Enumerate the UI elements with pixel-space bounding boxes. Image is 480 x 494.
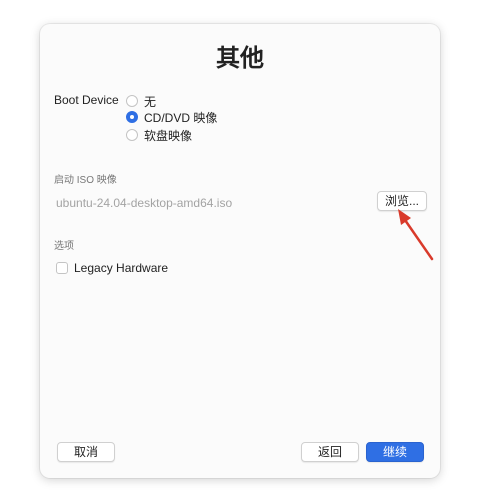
back-button[interactable]: 返回 xyxy=(301,442,359,462)
radio-option-cd-dvd[interactable]: CD/DVD 映像 xyxy=(126,109,217,125)
legacy-hardware-option[interactable]: Legacy Hardware xyxy=(56,260,168,276)
iso-path-field: ubuntu-24.04-desktop-amd64.iso xyxy=(56,196,233,210)
radio-label: 无 xyxy=(144,94,157,109)
radio-label: CD/DVD 映像 xyxy=(144,110,218,125)
options-section-title: 选项 xyxy=(54,241,74,252)
continue-button[interactable]: 继续 xyxy=(366,442,424,462)
iso-section-title: 启动 ISO 映像 xyxy=(54,175,117,186)
radio-option-none[interactable]: 无 xyxy=(126,93,156,109)
cancel-button[interactable]: 取消 xyxy=(57,442,115,462)
boot-device-label: Boot Device xyxy=(54,93,119,107)
browse-button[interactable]: 浏览... xyxy=(377,191,427,211)
legacy-hardware-label: Legacy Hardware xyxy=(74,261,169,275)
radio-button-selected[interactable] xyxy=(126,111,138,123)
radio-button[interactable] xyxy=(126,95,138,107)
dialog-window: 其他 Boot Device 无 CD/DVD 映像 软盘映像 启动 ISO 映… xyxy=(40,24,440,478)
radio-label: 软盘映像 xyxy=(144,128,193,143)
dialog-title: 其他 xyxy=(216,45,264,72)
radio-option-floppy[interactable]: 软盘映像 xyxy=(126,127,192,143)
radio-button[interactable] xyxy=(126,129,138,141)
legacy-hardware-checkbox[interactable] xyxy=(56,262,68,274)
